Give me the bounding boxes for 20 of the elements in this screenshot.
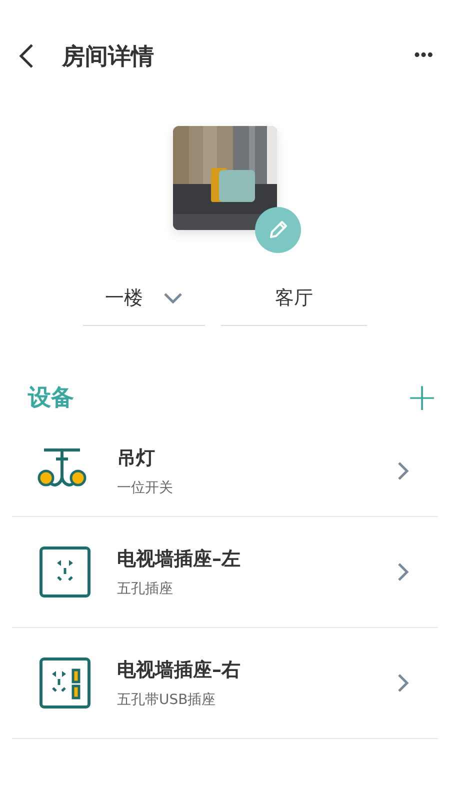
device-name: 电视墙插座–左 xyxy=(117,547,242,572)
chevron-right-icon xyxy=(396,673,410,693)
device-type: 一位开关 xyxy=(117,479,174,497)
edit-button[interactable] xyxy=(255,207,301,253)
device-type: 五孔带USB插座 xyxy=(117,691,217,709)
pencil-icon xyxy=(267,219,289,241)
more-button[interactable]: ••• xyxy=(414,47,434,65)
chevron-right-icon xyxy=(396,562,410,582)
room-name-field[interactable]: 客厅 xyxy=(221,278,367,326)
section-title: 设备 xyxy=(28,384,74,412)
chevron-right-icon xyxy=(396,461,410,481)
device-row[interactable]: 电视墙插座–左 五孔插座 xyxy=(12,517,438,628)
device-type: 五孔插座 xyxy=(117,580,174,598)
device-name: 电视墙插座–右 xyxy=(117,658,242,683)
device-row[interactable]: 电视墙插座–右 五孔带USB插座 xyxy=(12,628,438,739)
device-row[interactable]: 吊灯 一位开关 xyxy=(12,426,438,517)
floor-dropdown[interactable]: 一楼 xyxy=(83,278,205,326)
device-name: 吊灯 xyxy=(117,446,156,471)
page-title: 房间详情 xyxy=(62,42,155,72)
chevron-down-icon xyxy=(163,292,183,304)
